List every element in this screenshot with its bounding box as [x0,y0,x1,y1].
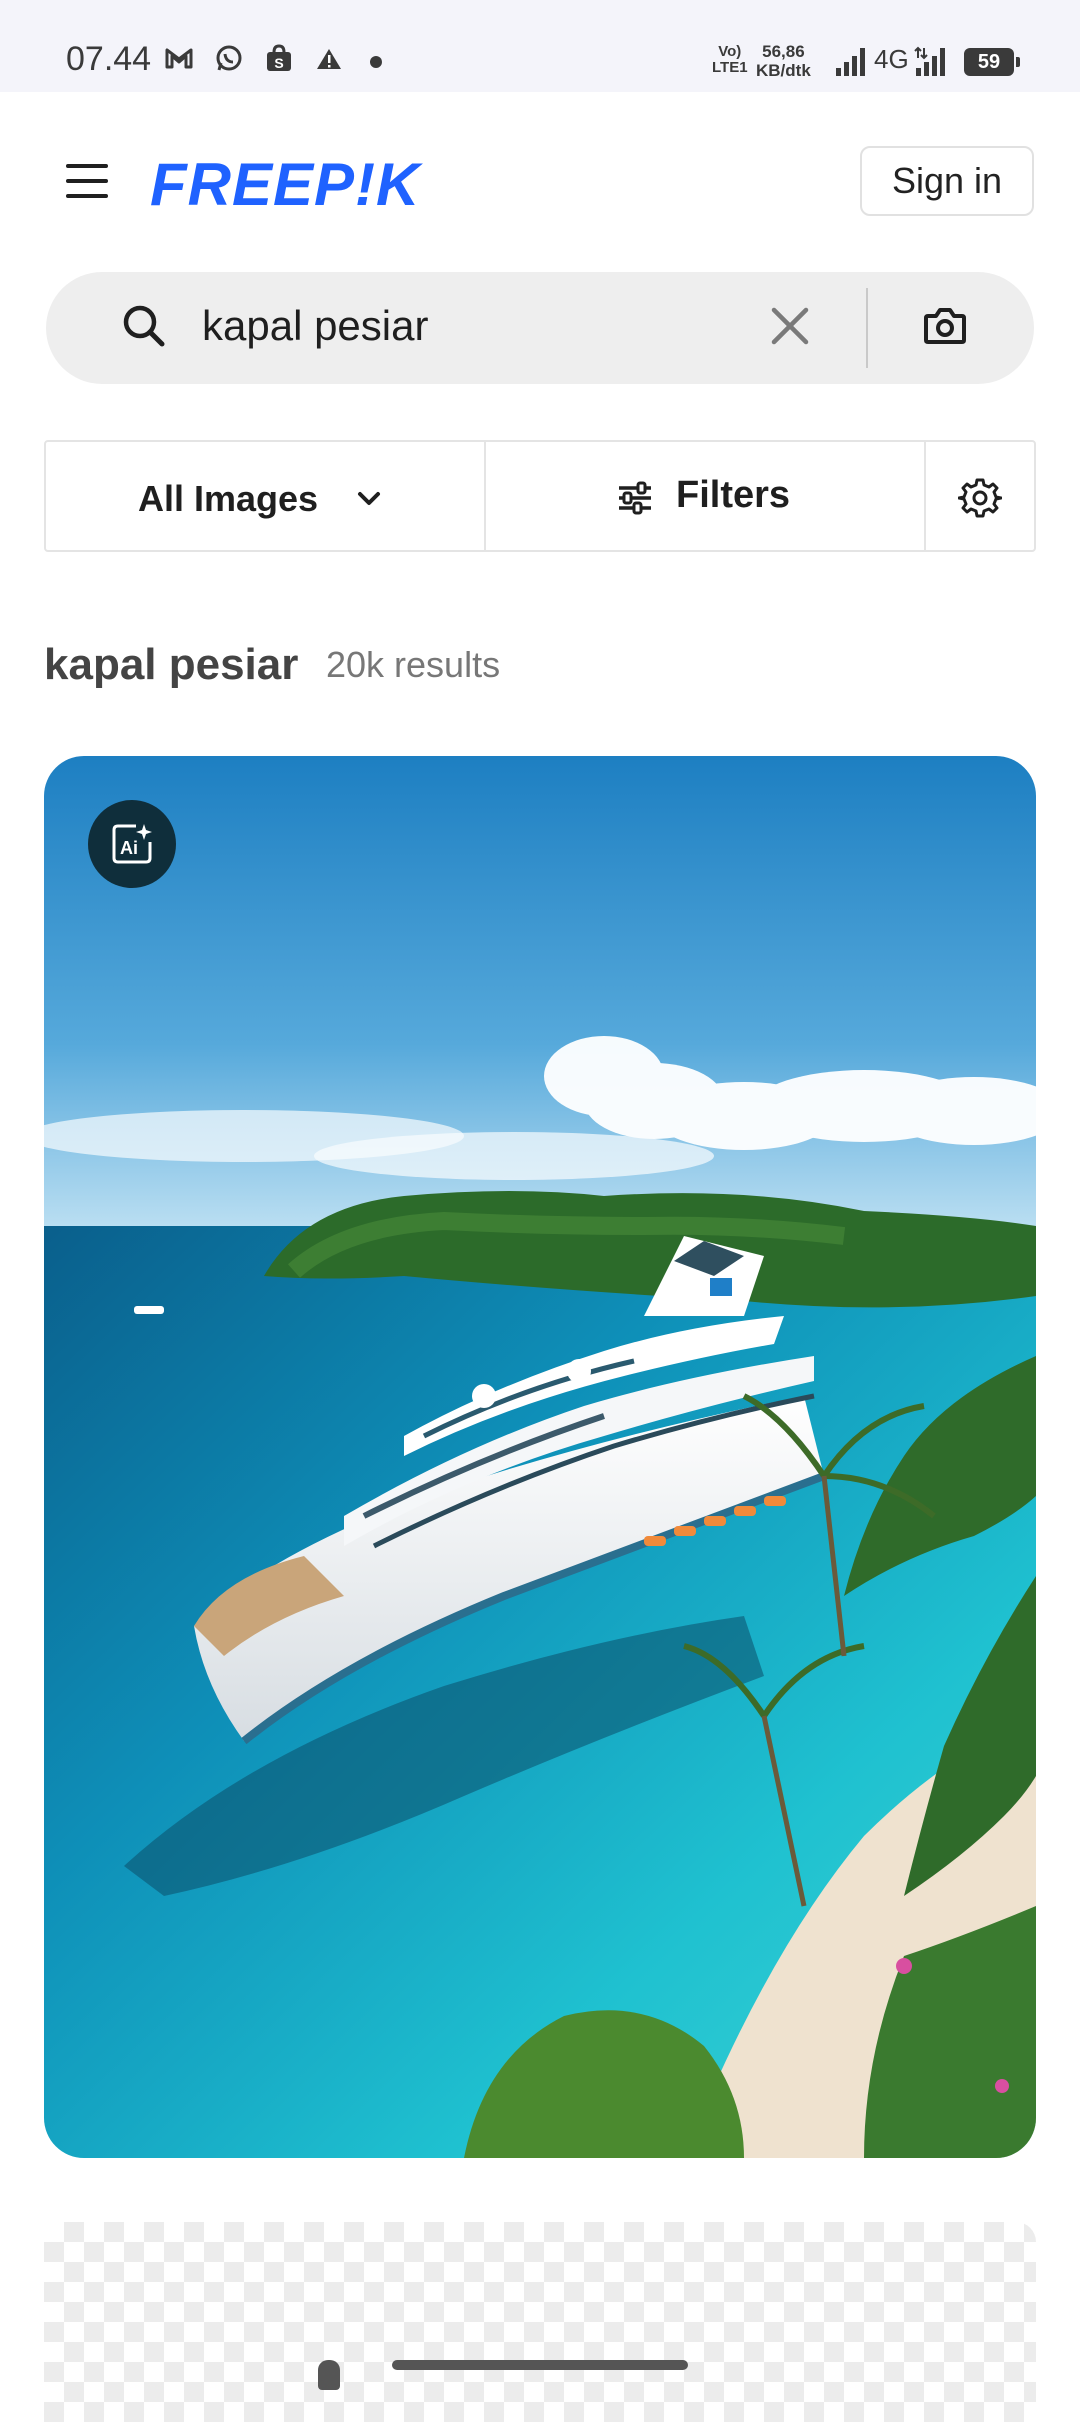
gmail-icon [165,48,193,69]
battery-indicator: 59 [964,48,1020,76]
ai-generated-icon: Ai [112,824,152,864]
signal-icon [836,48,865,76]
result-image-card-2[interactable] [44,2222,1036,2422]
network-type: 4G [874,44,909,74]
signal-icon-2 [914,46,945,76]
network-speed: 56,86 KB/dtk [756,42,811,80]
svg-text:Ai: Ai [120,838,138,858]
status-time: 07.44 [66,40,152,78]
all-images-label: All Images [138,478,319,519]
search-input[interactable]: kapal pesiar [202,302,428,350]
sliders-icon [619,481,651,515]
close-icon[interactable] [766,302,814,350]
warning-icon [317,49,341,69]
filters-label: Filters [676,474,791,516]
notification-dot-icon [370,56,382,68]
search-bar[interactable] [46,272,1034,384]
chevron-down-icon [358,492,380,505]
sign-in-button[interactable]: Sign in [860,146,1034,216]
gear-icon[interactable] [958,476,1002,520]
freepik-logo[interactable]: FREEP!K [150,150,420,219]
filter-divider [924,442,926,550]
image-preview-object [318,2360,340,2390]
volte-indicator: Vo) LTE1 [712,43,748,76]
cruise-ship-image [44,756,1036,2158]
menu-icon[interactable] [66,164,108,198]
results-query-title: kapal pesiar [44,640,299,689]
shopping-bag-icon: S [267,44,291,71]
search-divider [866,288,868,368]
home-indicator[interactable] [392,2360,688,2370]
ai-generated-badge: Ai [88,800,176,888]
search-icon [123,305,165,347]
results-count: 20k results [326,644,501,685]
result-image-card[interactable] [44,756,1036,2158]
svg-text:S: S [274,55,283,71]
camera-icon[interactable] [922,304,968,348]
whatsapp-icon [216,45,242,71]
